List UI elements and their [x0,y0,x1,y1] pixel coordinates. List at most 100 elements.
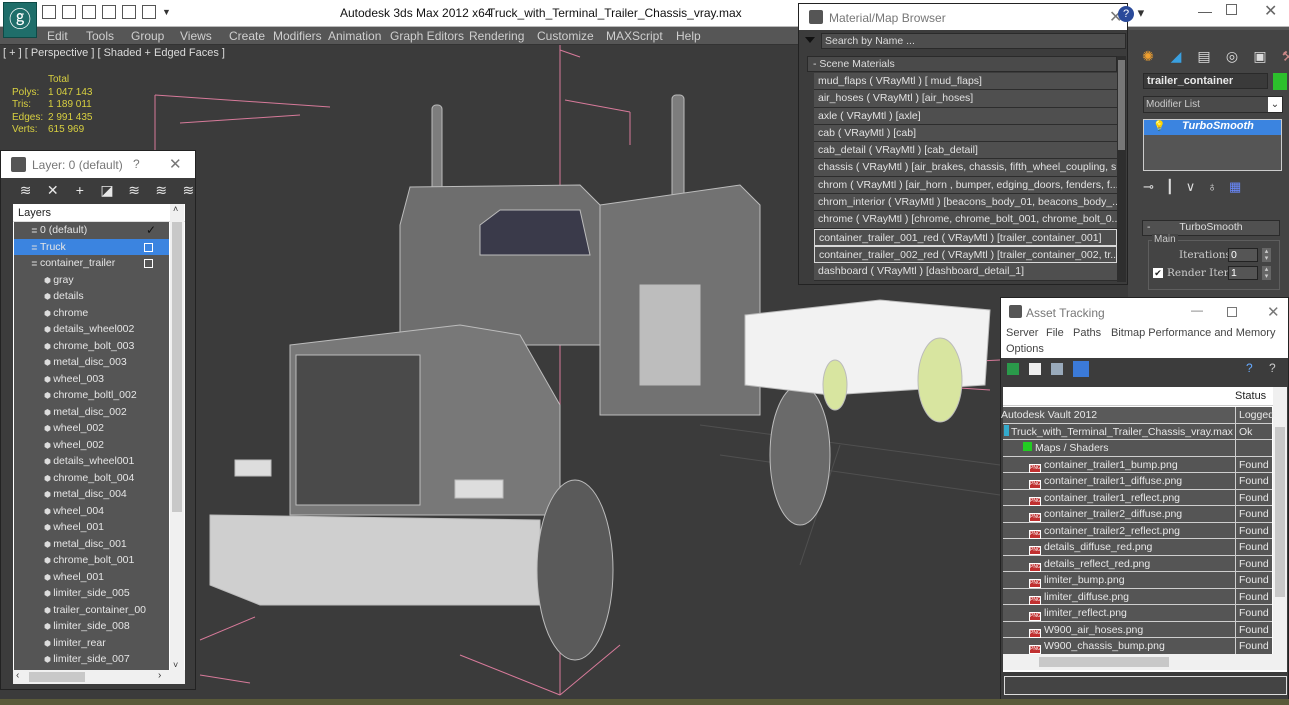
object-row[interactable]: ⬢ chrome_boltl_002 [14,387,169,404]
display-icon[interactable]: ▣ [1250,48,1270,65]
material-item[interactable]: container_trailer_001_red ( VRayMtl ) [t… [814,228,1117,246]
object-row[interactable]: ⬢ wheel_003 [14,371,169,388]
remove-modifier-icon[interactable]: ♁ [1207,179,1217,195]
delete-layer-icon[interactable]: ✕ [46,182,59,204]
material-item[interactable]: mud_flaps ( VRayMtl ) [ mud_flaps] [814,73,1117,91]
hierarchy-icon[interactable]: ▤ [1194,48,1214,65]
viewport-label[interactable]: [ + ] [ Perspective ] [ Shaded + Edged F… [3,47,225,59]
add-to-layer-icon[interactable]: + [73,182,86,204]
close-icon[interactable]: ✕ [169,155,182,173]
hide-all-icon[interactable]: ≋ [182,182,195,204]
set-current-layer-checkbox[interactable] [144,242,153,252]
vertical-scrollbar[interactable] [1273,387,1287,654]
object-row[interactable]: ⬢ wheel_001 [14,569,169,586]
asset-row[interactable]: PNG container_trailer1_reflect.png Found [1003,489,1272,506]
object-row[interactable]: ⬢ trailer_container_00 [14,602,169,619]
object-row[interactable]: ⬢ wheel_001 [14,519,169,536]
pin-stack-icon[interactable]: ⊸ [1143,179,1154,195]
object-row[interactable]: ⬢ wheel_002 [14,420,169,437]
menu-group[interactable]: Group [131,29,164,43]
asset-row[interactable]: Truck_with_Terminal_Trailer_Chassis_vray… [1003,423,1272,440]
material-item[interactable]: container_trailer_002_red ( VRayMtl ) [t… [814,245,1117,264]
object-color-swatch[interactable] [1273,73,1287,90]
menu-edit[interactable]: Edit [47,29,68,43]
object-row[interactable]: ⬢ gray [14,272,169,289]
open-icon[interactable] [42,5,56,19]
asset-row[interactable]: PNG container_trailer1_diffuse.png Found [1003,473,1272,490]
object-row[interactable]: ⬢ details_wheel001 [14,453,169,470]
make-unique-icon[interactable]: ∨ [1186,179,1196,195]
object-row[interactable]: ⬢ chrome [14,305,169,322]
select-objects-icon[interactable]: ◪ [100,182,113,204]
help-icon[interactable]: ? [1246,361,1258,375]
menu-rendering[interactable]: Rendering [469,29,524,43]
material-item[interactable]: air_hoses ( VRayMtl ) [air_hoses] [814,90,1117,108]
menu-help[interactable]: Help [676,29,701,43]
3ds-max-logo-icon[interactable]: ⓖ [3,2,37,38]
minimize-button[interactable]: — [1198,3,1212,19]
status-column-header[interactable]: Status [1235,390,1266,402]
layer-panel-titlebar[interactable]: Layer: 0 (default) ? ✕ [1,151,195,178]
maximize-button[interactable] [1227,307,1237,317]
help-dropdown[interactable]: ? ▾ [1118,5,1152,25]
new-icon[interactable] [82,5,96,19]
material-item[interactable]: chassis ( VRayMtl ) [air_brakes, chassis… [814,159,1117,177]
menu-bitmap-performance[interactable]: Bitmap Performance and Memory [1111,327,1275,339]
menu-tools[interactable]: Tools [86,29,114,43]
search-by-name-input[interactable]: Search by Name ... [821,33,1126,49]
create-layer-icon[interactable]: ≋ [19,182,32,204]
utilities-icon[interactable]: ⚒ [1278,48,1289,65]
modify-icon[interactable]: ◢ [1166,48,1186,65]
object-row[interactable]: ⬢ wheel_002 [14,437,169,454]
iterations-spinner[interactable]: ▴ ▾ [1262,248,1271,262]
object-row[interactable]: ⬢ limiter_side_008 [14,618,169,635]
object-row[interactable]: ⬢ chrome_bolt_003 [14,338,169,355]
asset-row[interactable]: PNG W900_chassis_bump.png Found [1003,638,1272,655]
thumbnail-view-icon[interactable] [1051,363,1063,375]
asset-tracking-titlebar[interactable]: Asset Tracking — ✕ [1001,298,1288,325]
menu-maxscript[interactable]: MAXScript [606,29,663,43]
menu-paths[interactable]: Paths [1073,327,1101,339]
object-row[interactable]: ⬢ limiter_side_005 [14,585,169,602]
render-iters-spinner[interactable]: ▴ ▾ [1262,266,1271,280]
set-current-layer-checkbox[interactable] [144,259,153,268]
object-row[interactable]: ⬢ chrome_bolt_004 [14,470,169,487]
refresh-icon[interactable] [1007,363,1019,375]
menu-options[interactable]: Options [1006,343,1044,355]
object-row[interactable]: ⬢ metal_disc_002 [14,404,169,421]
list-view-icon[interactable] [1029,363,1041,375]
select-layer-icon[interactable]: ≋ [128,182,141,204]
undo-icon[interactable] [122,5,136,19]
hold-icon[interactable] [102,5,116,19]
object-row[interactable]: ⬢ details_wheel002 [14,321,169,338]
material-item[interactable]: dashboard ( VRayMtl ) [dashboard_detail_… [814,263,1117,281]
asset-row[interactable]: PNG container_trailer1_bump.png Found [1003,456,1272,473]
menu-server[interactable]: Server [1006,327,1038,339]
configure-sets-icon[interactable]: ▦ [1229,179,1241,195]
menu-modifiers[interactable]: Modifiers [273,29,322,43]
close-button[interactable]: ✕ [1264,1,1277,21]
material-item[interactable]: chrom ( VRayMtl ) [air_horn , bumper, ed… [814,176,1117,195]
render-iters-checkbox[interactable]: ✔ [1153,268,1163,278]
material-item[interactable]: cab ( VRayMtl ) [cab] [814,124,1117,143]
material-item[interactable]: axle ( VRayMtl ) [axle] [814,107,1117,125]
info-icon[interactable]: ? [1269,361,1281,375]
save-icon[interactable] [62,5,76,19]
asset-row[interactable]: PNG W900_air_hoses.png Found [1003,621,1272,638]
object-row[interactable]: ⬢ chrome_bolt_001 [14,552,169,569]
asset-row[interactable]: PNG details_diffuse_red.png Found [1003,539,1272,556]
maximize-button[interactable] [1226,4,1237,15]
modifier-turbosmooth[interactable]: 💡 TurboSmooth [1144,120,1281,135]
vertical-scrollbar[interactable] [1117,56,1126,282]
show-end-result-icon[interactable]: ┃ [1166,179,1174,195]
create-icon[interactable]: ✺ [1138,48,1158,65]
layer-row[interactable]: ≣ container_trailer [14,255,169,272]
redo-icon[interactable] [142,5,156,19]
asset-row[interactable]: Autodesk Vault 2012 Logged [1001,407,1274,424]
current-layer-check-icon[interactable]: ✓ [146,222,156,239]
vertical-scrollbar[interactable]: ˄ ˅ [170,204,184,670]
menu-file[interactable]: File [1046,327,1064,339]
layer-row[interactable]: ≣ 0 (default) ✓ [14,222,169,239]
object-row[interactable]: ⬢ metal_disc_001 [14,536,169,553]
menu-graph-editors[interactable]: Graph Editors [390,29,464,43]
